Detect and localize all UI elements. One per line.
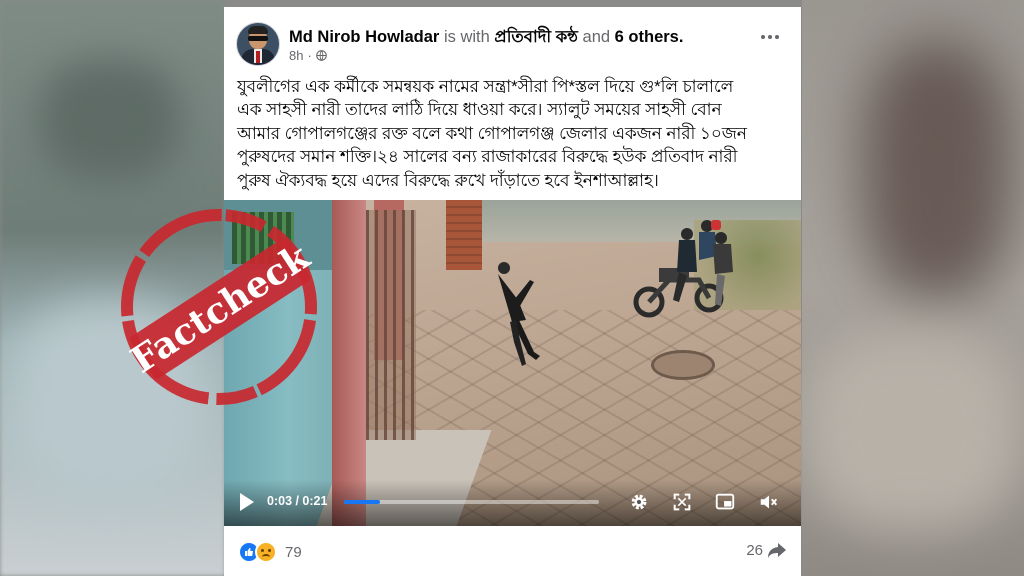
fullscreen-icon[interactable] <box>671 491 693 513</box>
running-person <box>498 262 540 366</box>
and-text: and <box>582 28 611 46</box>
video-controls: 0:03 / 0:21 <box>224 480 801 526</box>
gear-icon[interactable] <box>628 491 650 513</box>
reactions-summary[interactable]: 79 <box>238 541 302 563</box>
mute-icon[interactable] <box>758 491 780 513</box>
share-icon <box>768 543 786 558</box>
factcheck-stamp: Factcheck <box>120 209 318 405</box>
globe-icon <box>315 50 327 61</box>
avatar[interactable] <box>236 22 280 66</box>
author-name[interactable]: Md Nirob Howladar <box>289 28 439 46</box>
tagged-page[interactable]: প্রতিবাদী কন্ঠ <box>494 28 578 46</box>
motorcycle-group <box>633 220 733 318</box>
share-summary[interactable]: 26 <box>746 541 787 559</box>
post-text-line: পুরুষদের সমান শক্তি।২৪ সালের বন্য রাজাকা… <box>237 147 738 167</box>
progress-bar[interactable] <box>344 500 599 504</box>
post-text-line: পুরুষ ঐক্যবদ্ধ হয়ে এদের বিরুদ্ধে রুখে দ… <box>237 170 659 190</box>
others-link[interactable]: 6 others. <box>615 28 684 46</box>
with-text: is with <box>443 28 490 46</box>
background-right <box>802 0 1024 576</box>
more-icon[interactable] <box>759 31 781 43</box>
post-text-line: এক সাহসী নারী তাদের লাঠি দিয়ে ধাওয়া কর… <box>237 100 722 120</box>
sad-icon <box>255 541 277 563</box>
post-meta: 8h · <box>289 48 327 63</box>
play-icon[interactable] <box>240 493 254 511</box>
video-time: 0:03 / 0:21 <box>267 494 328 508</box>
post-text-line: আমার গোপালগঞ্জের রক্ত বলে কথা গোপালগঞ্জ … <box>237 123 747 143</box>
post-header: Md Nirob Howladar is with প্রতিবাদী কন্ঠ… <box>224 7 801 69</box>
picture-in-picture-icon[interactable] <box>714 491 736 513</box>
post-footer: 79 26 <box>224 526 801 576</box>
progress-fill <box>344 500 381 504</box>
post-text-line: যুবলীগের এক কর্মীকে সমন্বয়ক নামের সন্ত্… <box>237 77 734 96</box>
author-line: Md Nirob Howladar is with প্রতিবাদী কন্ঠ… <box>289 24 683 51</box>
post-time[interactable]: 8h <box>289 48 303 63</box>
post-text: যুবলীগের এক কর্মীকে সমন্বয়ক নামের সন্ত্… <box>237 75 793 192</box>
reaction-count: 79 <box>285 543 302 561</box>
share-count: 26 <box>746 541 763 559</box>
